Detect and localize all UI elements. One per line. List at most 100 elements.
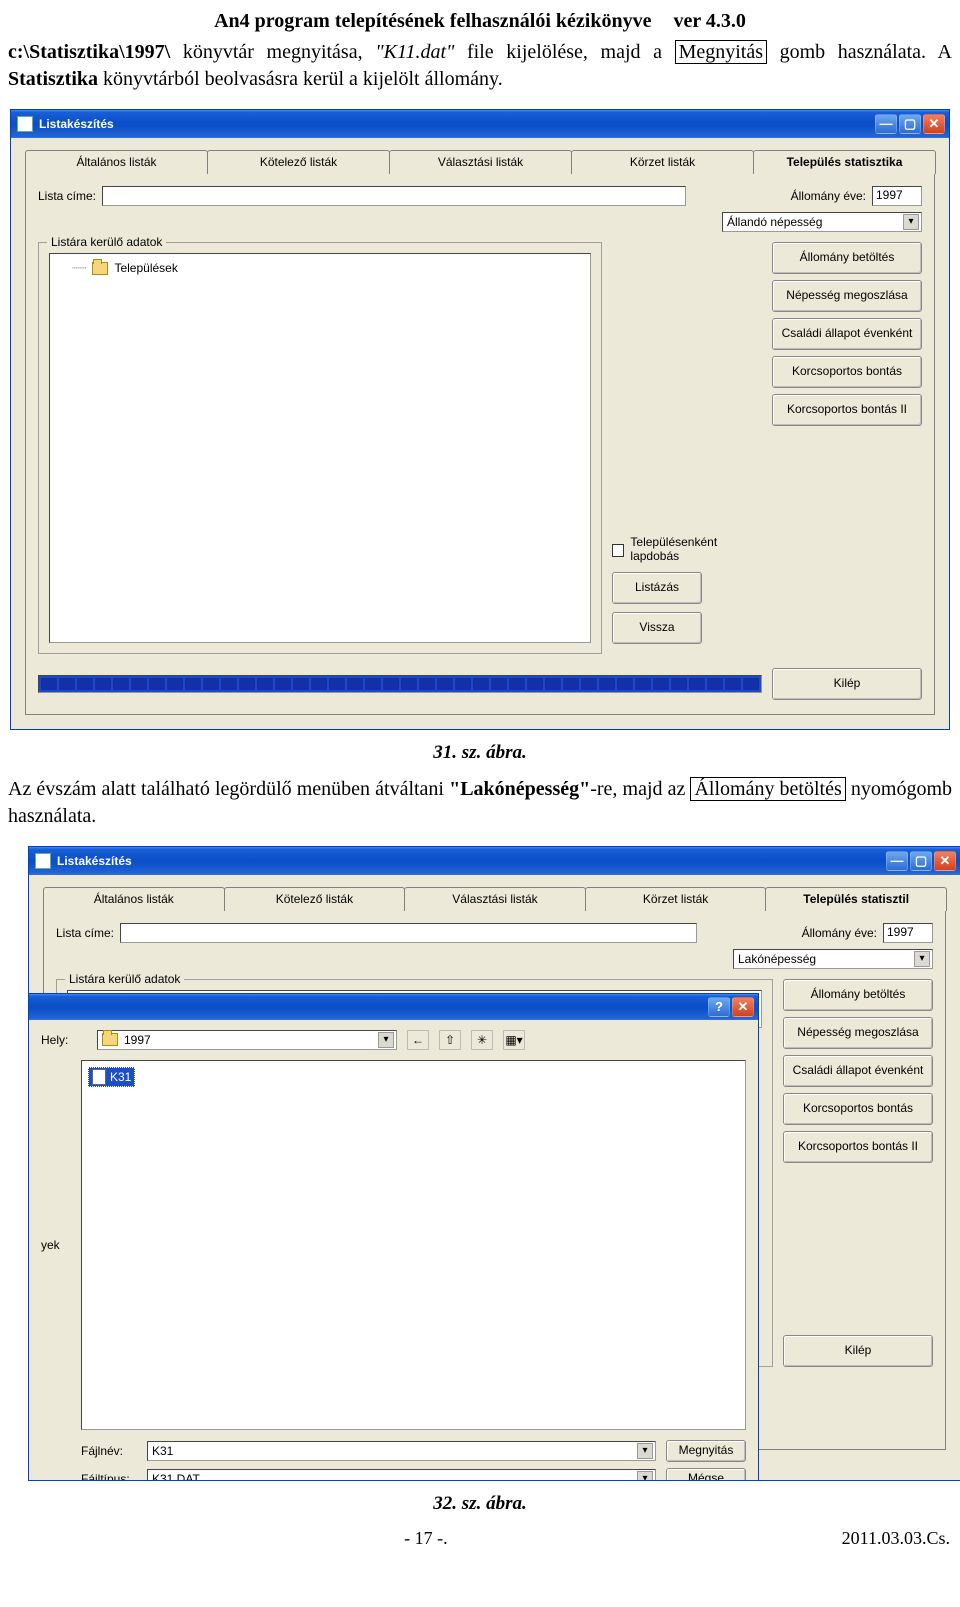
header-title: An4 program telepítésének felhasználói k… [214, 8, 651, 35]
tab-telepules-stat[interactable]: Település statisztil [765, 887, 947, 911]
population-select-value: Állandó népesség [727, 214, 822, 230]
nepesseg-button[interactable]: Népesség megoszlása [772, 280, 922, 312]
hely-select[interactable]: 1997 ▾ [97, 1030, 397, 1050]
kilep-button[interactable]: Kilép [772, 668, 922, 700]
close-button[interactable]: ✕ [934, 851, 956, 871]
caption-31: 31. sz. ábra. [0, 740, 960, 766]
sidebar-cut-label: yek [41, 1237, 71, 1253]
open-button-ref: Megnyitás [675, 40, 767, 64]
vissza-button[interactable]: Vissza [612, 612, 702, 644]
progress-bar [38, 675, 762, 693]
intro-t4: könyvtárból beolvasásra kerül a kijelölt… [98, 68, 503, 90]
allomany-betoltes-button[interactable]: Állomány betöltés [783, 979, 933, 1011]
window-title-1: Listakészítés [39, 116, 114, 132]
minimize-button[interactable]: — [886, 851, 908, 871]
chevron-down-icon: ▾ [637, 1443, 653, 1459]
intro-path: c:\Statisztika\1997\ [8, 41, 170, 63]
close-button[interactable]: ✕ [923, 114, 945, 134]
fajltipus-select[interactable]: K31.DAT ▾ [147, 1469, 656, 1481]
allomany-betoltes-button[interactable]: Állomány betöltés [772, 242, 922, 274]
nepesseg-button[interactable]: Népesség megoszlása [783, 1017, 933, 1049]
csaladi-button[interactable]: Családi állapot évenként [783, 1055, 933, 1087]
lapdobas-label: Településenként lapdobás [630, 536, 762, 564]
open-file-dialog: ? ✕ Hely: 1997 ▾ ← ⇧ ✳ ▦▾ [29, 993, 759, 1481]
header-version: ver 4.3.0 [673, 8, 745, 35]
tree-root-label: Települések [114, 260, 177, 276]
help-button[interactable]: ? [708, 997, 730, 1017]
mid-bold: "Lakónépesség" [449, 778, 590, 800]
korcsoportos2-button[interactable]: Korcsoportos bontás II [783, 1131, 933, 1163]
megnyitas-button[interactable]: Megnyitás [666, 1440, 746, 1462]
population-select[interactable]: Állandó népesség ▾ [722, 212, 922, 232]
lista-cime-input[interactable] [102, 186, 686, 206]
korcsoportos2-button[interactable]: Korcsoportos bontás II [772, 394, 922, 426]
maximize-button[interactable]: ▢ [899, 114, 921, 134]
fajlnev-value: K31 [152, 1443, 173, 1459]
maximize-button[interactable]: ▢ [910, 851, 932, 871]
kilep-button[interactable]: Kilép [783, 1335, 933, 1367]
intro-paragraph: c:\Statisztika\1997\ könyvtár megnyitása… [0, 39, 960, 101]
titlebar-1[interactable]: Listakészítés — ▢ ✕ [11, 110, 949, 138]
views-icon[interactable]: ▦▾ [503, 1030, 525, 1050]
hely-value: 1997 [124, 1032, 151, 1048]
document-icon [92, 1069, 106, 1085]
hely-label: Hely: [41, 1032, 87, 1048]
intro-t2: file kijelölése, majd a [454, 41, 674, 63]
chevron-down-icon: ▾ [378, 1032, 394, 1048]
korcsoportos-button[interactable]: Korcsoportos bontás [772, 356, 922, 388]
tabs-2: Általános listák Kötelező listák Választ… [43, 887, 946, 911]
tab-valasztasi[interactable]: Választási listák [389, 150, 572, 174]
tree-area[interactable]: ┈┈ Települések [49, 253, 591, 643]
back-icon[interactable]: ← [407, 1030, 429, 1050]
tree-connector-icon: ┈┈ [72, 260, 86, 276]
footer-date: 2011.03.03.Cs. [842, 1526, 950, 1550]
up-folder-icon[interactable]: ⇧ [439, 1030, 461, 1050]
tab-altalanos[interactable]: Általános listák [43, 887, 225, 911]
tab-korzet[interactable]: Körzet listák [585, 887, 767, 911]
groupbox-listara: Listára kerülő adatok ┈┈ Települések [38, 242, 602, 654]
lapdobas-checkbox[interactable] [612, 544, 624, 557]
file-item-label: K31 [110, 1069, 131, 1085]
csaladi-button[interactable]: Családi állapot évenként [772, 318, 922, 350]
tab-kotelezo[interactable]: Kötelező listák [224, 887, 406, 911]
dialog-close-button[interactable]: ✕ [732, 997, 754, 1017]
fajltipus-label: Fájltípus: [81, 1471, 137, 1481]
listazas-button[interactable]: Listázás [612, 572, 702, 604]
chevron-down-icon: ▾ [637, 1471, 653, 1481]
intro-t3: gomb használata. A [767, 41, 952, 63]
caption-32: 32. sz. ábra. [0, 1491, 960, 1517]
mid-t1: Az évszám alatt található legördülő menü… [8, 778, 449, 800]
intro-t1: könyvtár megnyitása, [170, 41, 375, 63]
tab-altalanos[interactable]: Általános listák [25, 150, 208, 174]
fajltipus-value: K31.DAT [152, 1471, 200, 1481]
folder-icon [92, 262, 108, 275]
dialog-titlebar[interactable]: ? ✕ [29, 994, 758, 1020]
allomany-eve-input[interactable]: 1997 [872, 186, 922, 206]
file-item-k31[interactable]: K31 [88, 1067, 135, 1087]
tab-telepules-stat[interactable]: Település statisztika [753, 150, 936, 174]
tab-panel-1: Lista címe: Állomány éve: 1997 Állandó n… [25, 173, 935, 715]
tab-kotelezo[interactable]: Kötelező listák [207, 150, 390, 174]
groupbox-legend-2: Listára kerülő adatok [65, 971, 184, 987]
lista-cime-input[interactable] [120, 923, 697, 943]
intro-bold: Statisztika [8, 68, 98, 90]
titlebar-2[interactable]: Listakészítés — ▢ ✕ [29, 847, 960, 875]
page-number: - 17 -. [404, 1526, 448, 1550]
minimize-button[interactable]: — [875, 114, 897, 134]
chevron-down-icon: ▾ [903, 214, 919, 230]
population-select[interactable]: Lakónépesség ▾ [733, 949, 933, 969]
file-list[interactable]: K31 [81, 1060, 746, 1430]
app-icon [35, 853, 51, 869]
window-listakeszites-1: Listakészítés — ▢ ✕ Általános listák Köt… [10, 109, 950, 730]
korcsoportos-button[interactable]: Korcsoportos bontás [783, 1093, 933, 1125]
tab-valasztasi[interactable]: Választási listák [404, 887, 586, 911]
population-select-value: Lakónépesség [738, 951, 816, 967]
window-listakeszites-2: Listakészítés — ▢ ✕ Általános listák Köt… [28, 846, 960, 1481]
tab-korzet[interactable]: Körzet listák [571, 150, 754, 174]
app-icon [17, 116, 33, 132]
megse-button[interactable]: Mégse [666, 1468, 746, 1481]
mid-t2: -re, majd az [590, 778, 690, 800]
fajlnev-input[interactable]: K31 ▾ [147, 1441, 656, 1461]
allomany-eve-input[interactable]: 1997 [883, 923, 933, 943]
new-folder-icon[interactable]: ✳ [471, 1030, 493, 1050]
